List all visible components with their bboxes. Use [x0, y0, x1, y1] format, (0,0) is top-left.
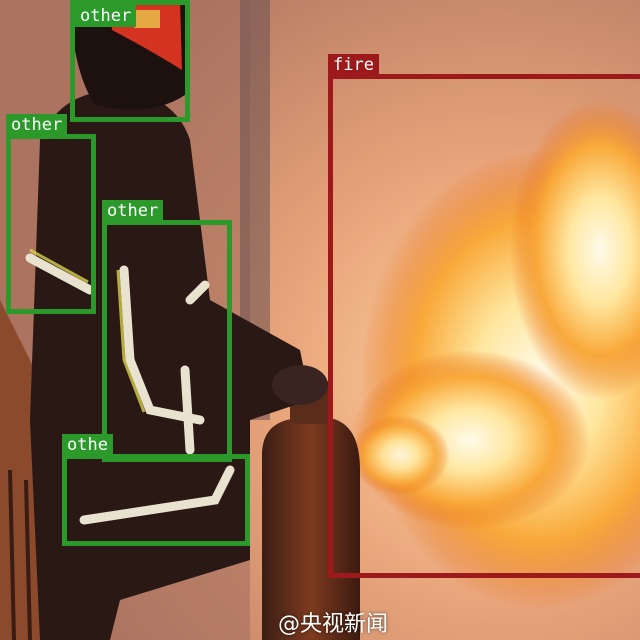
watermark-text: @央视新闻: [278, 612, 389, 637]
detection-label: other: [6, 114, 68, 136]
detection-box-other-helmet: other: [70, 0, 190, 122]
detection-box-other-legs: othe: [62, 434, 250, 546]
detection-label: other: [102, 200, 164, 222]
detection-label: othe: [62, 434, 113, 456]
detection-box-other-arm: other: [102, 200, 232, 462]
detection-box-fire: fire: [328, 54, 640, 578]
detection-box-other-back: other: [6, 114, 96, 314]
glove: [272, 365, 328, 405]
detection-label: fire: [328, 54, 379, 76]
photo-scene: fire other other other othe @央视新闻: [0, 0, 640, 640]
detection-label: other: [75, 5, 137, 27]
